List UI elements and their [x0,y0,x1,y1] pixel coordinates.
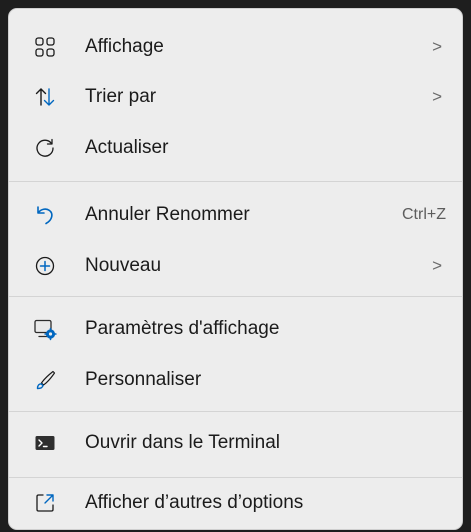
menu-item-label: Paramètres d'affichage [85,318,280,339]
submenu-arrow-icon: > [432,37,442,56]
plus-circle-icon [33,254,57,278]
menu-separator [9,181,462,182]
show-more-options-icon [33,491,57,515]
sort-arrows-icon [33,85,57,109]
paintbrush-icon [33,368,57,392]
menu-item-label: Actualiser [85,137,169,158]
menu-separator [9,477,462,478]
desktop-background: Affichage > Trier par > Actualiser Annul… [0,0,471,532]
display-settings-icon [33,317,57,341]
menu-item-undo-rename[interactable]: Annuler Renommer Ctrl+Z [17,191,454,239]
submenu-arrow-icon: > [432,256,442,275]
terminal-icon [33,431,57,455]
menu-separator [9,296,462,297]
menu-item-view[interactable]: Affichage > [17,23,454,71]
menu-item-label: Personnaliser [85,369,202,390]
menu-item-sort-by[interactable]: Trier par > [17,73,454,121]
menu-item-show-more-options[interactable]: Afficher d’autres d’options [17,479,454,527]
keyboard-shortcut: Ctrl+Z [402,206,446,223]
menu-item-label: Ouvrir dans le Terminal [85,432,281,453]
menu-separator [9,411,462,412]
menu-item-label: Trier par [85,86,157,107]
undo-icon [33,203,57,227]
menu-item-label: Affichage [85,36,164,57]
menu-item-refresh[interactable]: Actualiser [17,124,454,172]
menu-item-personalize[interactable]: Personnaliser [17,356,454,404]
submenu-arrow-icon: > [432,87,442,106]
menu-item-label: Nouveau [85,255,162,276]
menu-item-label: Annuler Renommer [85,204,250,225]
menu-item-new[interactable]: Nouveau > [17,242,454,290]
menu-item-label: Afficher d’autres d’options [85,492,304,513]
menu-item-open-terminal[interactable]: Ouvrir dans le Terminal [17,419,454,467]
menu-item-display-settings[interactable]: Paramètres d'affichage [17,305,454,353]
refresh-icon [33,136,57,160]
desktop-context-menu: Affichage > Trier par > Actualiser Annul… [8,8,463,530]
grid-view-icon [33,35,57,59]
